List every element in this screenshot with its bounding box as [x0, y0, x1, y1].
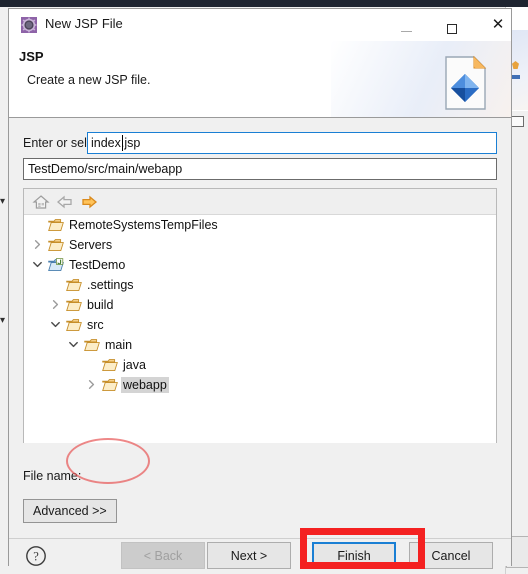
tree-item-remotesystemstempfiles[interactable]: RemoteSystemsTempFiles [24, 215, 496, 235]
tree-toolbar [24, 189, 496, 215]
jsp-file-icon [443, 55, 489, 111]
tree-item-webapp[interactable]: webapp [24, 375, 496, 395]
svg-text:?: ? [33, 550, 39, 564]
tree-item-testdemo[interactable]: TestDemo [24, 255, 496, 275]
folder-icon [48, 238, 64, 252]
background-titlebar [0, 0, 528, 7]
dialog-header: JSP Create a new JSP file. [9, 41, 511, 118]
tree-item-label: webapp [121, 377, 169, 393]
help-icon[interactable]: ? [25, 545, 47, 567]
advanced-button[interactable]: Advanced >> [23, 499, 117, 523]
tree-item-servers[interactable]: Servers [24, 235, 496, 255]
gear-icon [21, 17, 37, 33]
text-caret [122, 135, 123, 151]
chevron-down-icon[interactable] [68, 339, 79, 350]
close-button[interactable]: ✕ [475, 9, 521, 39]
tree-item-build[interactable]: build [24, 295, 496, 315]
folder-tree-panel: RemoteSystemsTempFiles Servers TestDemo .se… [23, 188, 497, 443]
next-button[interactable]: Next > [207, 542, 291, 569]
background-left-caret-icon-2: ▾ [0, 315, 6, 326]
tree-item-label: main [105, 338, 133, 352]
tree-item-label: Servers [69, 238, 113, 252]
tree-item-main[interactable]: main [24, 335, 496, 355]
chevron-down-icon[interactable] [32, 259, 43, 270]
file-name-input[interactable] [87, 132, 497, 154]
parent-folder-input[interactable] [23, 158, 497, 180]
folder-icon [102, 378, 118, 392]
maximize-icon [447, 24, 457, 34]
folder-icon [66, 278, 82, 292]
folder-icon [102, 358, 118, 372]
folder-tree-list[interactable]: RemoteSystemsTempFiles Servers TestDemo .se… [24, 215, 496, 443]
home-icon[interactable] [32, 193, 50, 211]
arrow-right-icon[interactable] [80, 193, 98, 211]
folder-icon [66, 318, 82, 332]
tree-item-src[interactable]: src [24, 315, 496, 335]
background-window-icon [511, 116, 524, 127]
chevron-right-icon[interactable] [50, 299, 61, 310]
arrow-left-icon[interactable] [56, 193, 74, 211]
header-title: JSP [19, 49, 44, 64]
close-icon: ✕ [491, 15, 505, 33]
footer-separator [9, 538, 511, 539]
tree-item-label: build [87, 298, 114, 312]
tree-item-label: .settings [87, 278, 134, 292]
header-description: Create a new JSP file. [27, 73, 151, 87]
chevron-down-icon[interactable] [50, 319, 61, 330]
back-button[interactable]: < Back [121, 542, 205, 569]
finish-button[interactable]: Finish [312, 542, 396, 569]
chevron-right-icon[interactable] [32, 239, 43, 250]
tree-item-java[interactable]: java [24, 355, 496, 375]
minimize-button[interactable] [383, 9, 429, 39]
background-left-caret-icon: ▾ [0, 196, 6, 207]
dialog-body: Enter or select the parent folder: [9, 118, 511, 569]
folder-icon [66, 298, 82, 312]
cancel-button[interactable]: Cancel [409, 542, 493, 569]
tree-item-label: RemoteSystemsTempFiles [69, 218, 218, 232]
folder-icon [48, 218, 64, 232]
file-name-row: File name: [9, 451, 511, 491]
tree-item-settings[interactable]: .settings [24, 275, 496, 295]
background-marker-bar-icon [512, 75, 520, 79]
dialog-title: New JSP File [45, 16, 123, 31]
file-name-label: File name: [23, 469, 82, 483]
chevron-right-icon[interactable] [86, 379, 97, 390]
tree-item-label: java [123, 358, 146, 372]
folder-icon [84, 338, 100, 352]
project-icon [48, 258, 64, 272]
tree-item-label: src [87, 318, 104, 332]
maximize-button[interactable] [429, 9, 475, 39]
minimize-icon [400, 31, 412, 32]
tree-item-label: TestDemo [69, 258, 126, 272]
new-jsp-file-dialog: New JSP File ✕ JSP Create a new JSP file… [8, 8, 512, 569]
dialog-titlebar: New JSP File ✕ [9, 9, 511, 41]
